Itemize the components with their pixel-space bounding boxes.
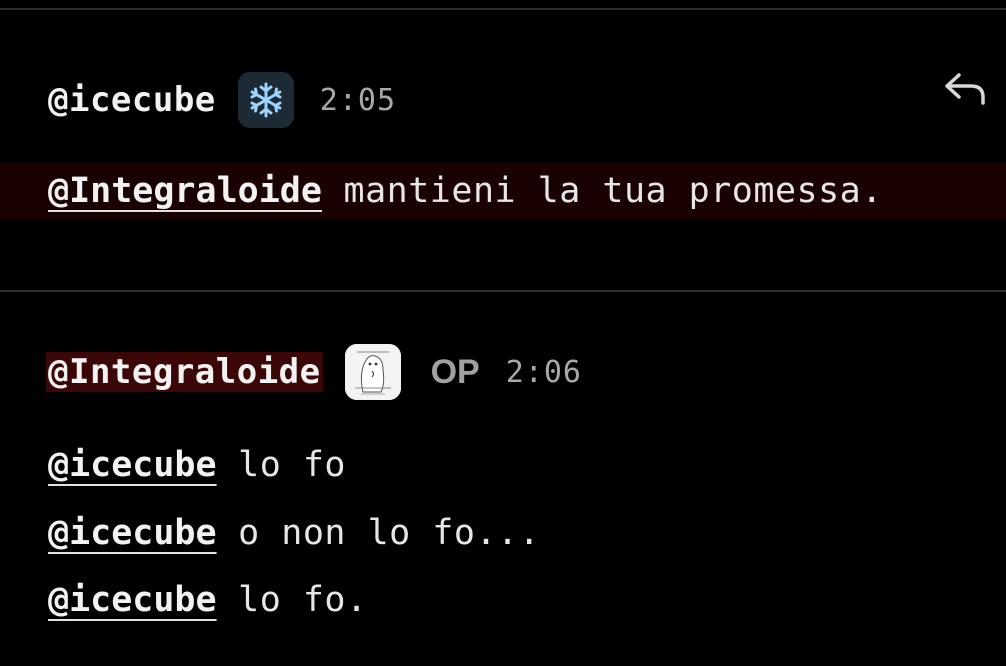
comment-body-line: @Integraloide mantieni la tua promessa.	[0, 163, 1006, 219]
comment-body-line: @icecube lo fo.	[0, 572, 1006, 628]
comment-timestamp: 2:06	[505, 354, 582, 390]
comment-body-line: @icecube lo fo	[0, 437, 1006, 493]
comment-timestamp: 2:05	[319, 82, 397, 118]
mention-link[interactable]: @icecube	[48, 445, 217, 485]
top-divider	[0, 8, 1006, 10]
mention-link[interactable]: @Integraloide	[48, 171, 322, 211]
message-text: lo fo.	[216, 580, 368, 620]
message-text: mantieni la tua promessa.	[321, 171, 883, 211]
message-text: o non lo fo...	[216, 513, 541, 553]
reply-icon[interactable]	[940, 66, 990, 112]
comment-header: @icecube 2:05	[48, 72, 396, 128]
cat-sticker-avatar[interactable]	[344, 344, 401, 400]
comment-body-line: @icecube o non lo fo...	[0, 505, 1006, 561]
snowflake-icon[interactable]	[237, 72, 294, 128]
author-username[interactable]: @icecube	[48, 80, 216, 120]
author-username[interactable]: @Integraloide	[46, 352, 323, 392]
op-badge: OP	[430, 352, 480, 391]
mention-link[interactable]: @icecube	[48, 513, 217, 553]
comment-header: @Integraloide OP 2:06	[46, 344, 582, 400]
mention-link[interactable]: @icecube	[48, 580, 217, 620]
comment-divider	[0, 290, 1006, 292]
message-text: lo fo	[216, 445, 347, 485]
